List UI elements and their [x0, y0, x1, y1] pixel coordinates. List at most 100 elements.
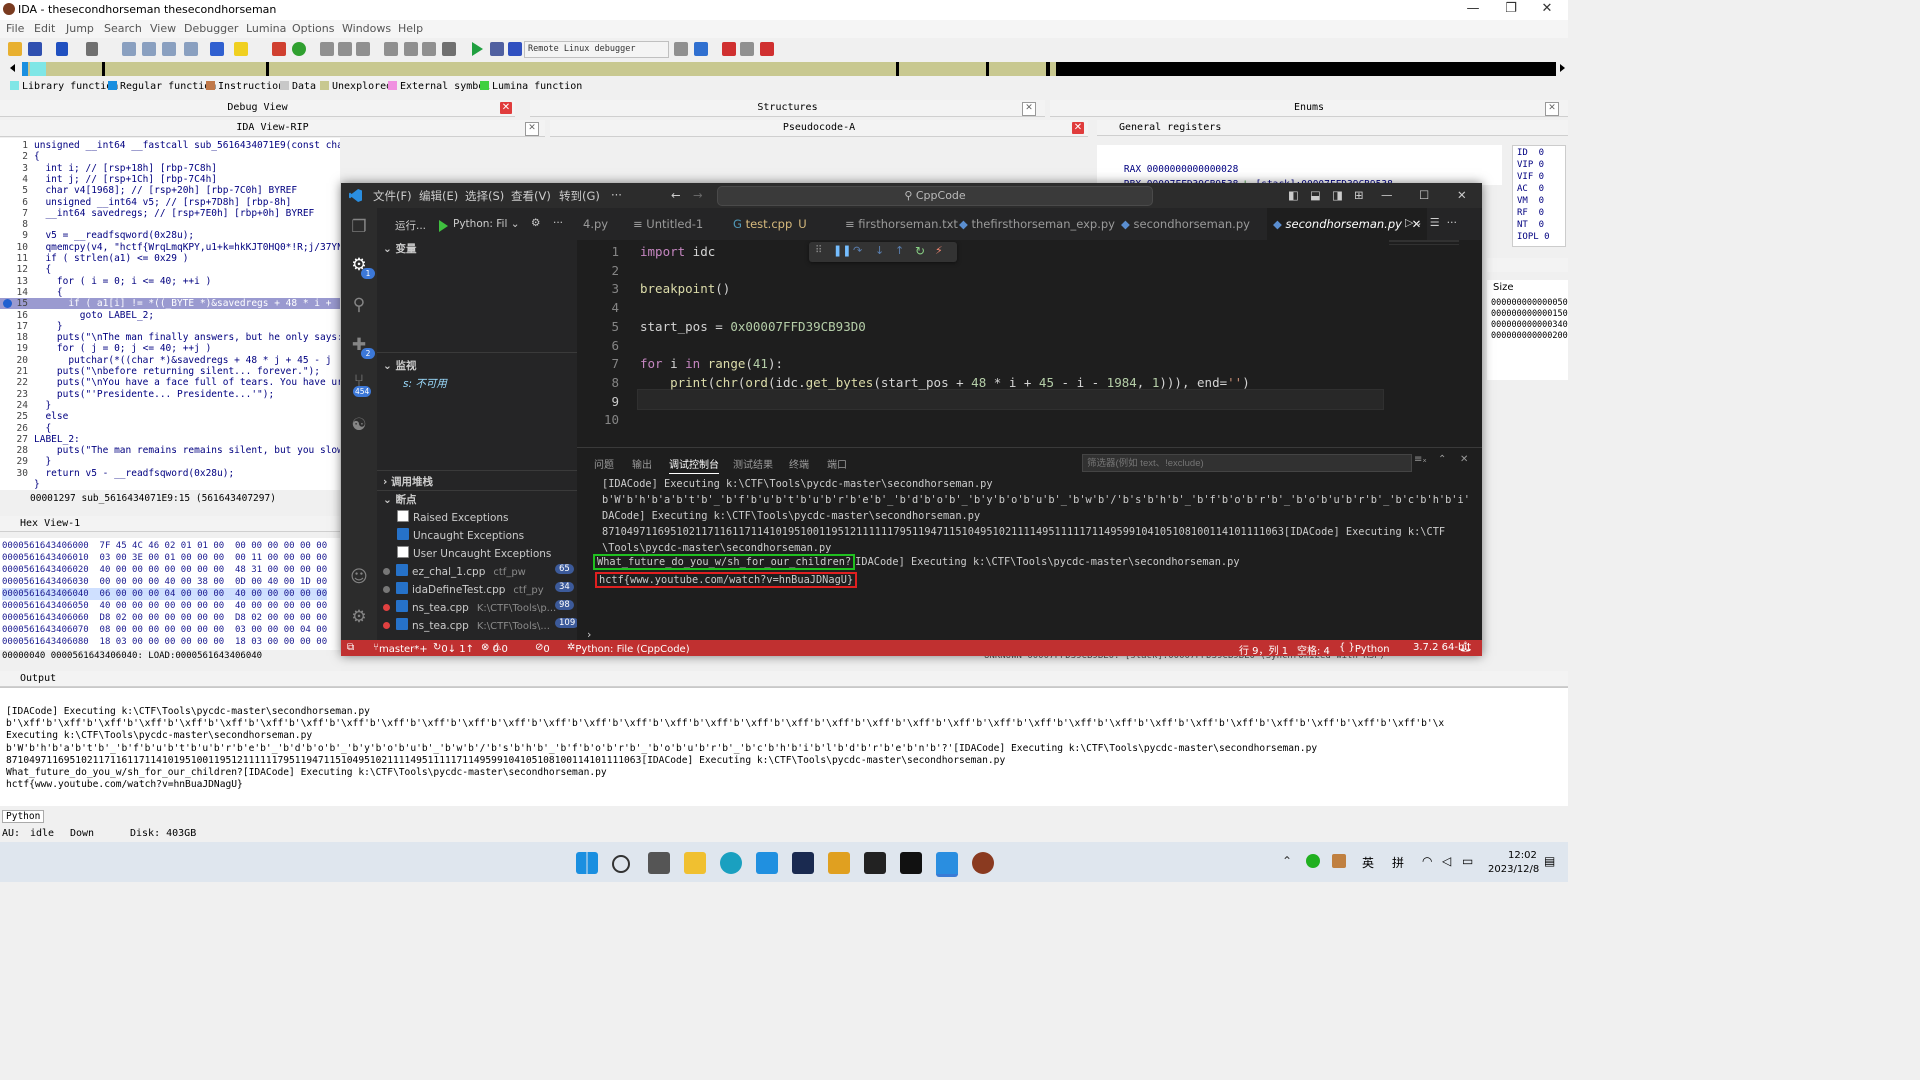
app-icon[interactable]: [792, 852, 814, 874]
structures-tab[interactable]: Structures: [530, 100, 1045, 117]
green-circle-icon[interactable]: [292, 42, 306, 56]
enums-tab[interactable]: Enums: [1050, 100, 1568, 117]
close-panel-icon[interactable]: ✕: [1460, 454, 1468, 465]
pseudocode-line[interactable]: 2{: [0, 151, 340, 162]
vs-close-button[interactable]: ✕: [1457, 188, 1467, 202]
sync-status[interactable]: ↻ 0↓ 1↑: [433, 642, 474, 655]
menu-lumina[interactable]: Lumina: [246, 22, 286, 35]
checkbox-icon[interactable]: [397, 510, 409, 522]
stack-row[interactable]: 0000000000003400: [1491, 320, 1568, 330]
vscode-taskbar-icon[interactable]: [936, 852, 958, 877]
vs-menu-view[interactable]: 查看(V): [511, 188, 551, 204]
navigation-band[interactable]: [0, 60, 1568, 78]
wifi-icon[interactable]: ◠: [1422, 854, 1432, 868]
edge-icon[interactable]: [720, 852, 742, 874]
ports-status[interactable]: ⊘ 0: [535, 642, 550, 655]
panel-tab-terminal[interactable]: 终端: [789, 456, 809, 471]
editor-tab[interactable]: ◆ thefirsthorseman_exp.py: [953, 208, 1121, 240]
tool-icon[interactable]: [422, 42, 436, 56]
editor-tab[interactable]: ◆ secondhorseman.py ✕: [1267, 208, 1428, 240]
forward-icon[interactable]: [86, 42, 98, 56]
vs-back-icon[interactable]: ←: [671, 188, 681, 202]
hex-row[interactable]: 0000561643406070 08 00 00 00 00 00 00 00…: [2, 624, 327, 636]
python-icon[interactable]: ☯: [348, 414, 370, 436]
layout-sidebar-icon[interactable]: ◧: [1288, 188, 1299, 202]
pseudocode-line[interactable]: 18 puts("\nThe man finally answers, but …: [0, 332, 340, 343]
tool-icon[interactable]: [122, 42, 136, 56]
download-icon[interactable]: [210, 42, 224, 56]
pseudocode-line[interactable]: 30 return v5 - __readfsqword(0x28u);: [0, 468, 340, 479]
pseudocode-line[interactable]: 24 }: [0, 400, 340, 411]
menu-debugger[interactable]: Debugger: [184, 22, 238, 35]
panel-tab-test-results[interactable]: 测试结果: [733, 456, 773, 471]
pseudocode-line[interactable]: 19 for ( j = 0; j <= 40; ++j ): [0, 343, 340, 354]
checkbox-checked-icon[interactable]: [396, 564, 408, 576]
code-line[interactable]: 1 import idc: [577, 243, 1482, 262]
stack-row[interactable]: 0000000000001500: [1491, 309, 1568, 319]
code-line[interactable]: 4: [577, 299, 1482, 318]
ime-mode[interactable]: 拼: [1392, 854, 1404, 871]
graph-icon[interactable]: [272, 42, 286, 56]
panel-tab-output[interactable]: 输出: [632, 456, 652, 471]
tray-app-icon[interactable]: [1332, 854, 1346, 868]
split-editor-icon[interactable]: ☰: [1430, 216, 1440, 229]
pseudocode-line[interactable]: 23 puts("'Presidente... Presidente...'")…: [0, 389, 340, 400]
layout-customize-icon[interactable]: ⊞: [1354, 188, 1364, 202]
editor-tab[interactable]: G test.cpp U: [727, 208, 813, 240]
breakpoint-option[interactable]: Raised Exceptions: [397, 510, 509, 524]
settings-gear-icon[interactable]: ⚙: [348, 606, 370, 628]
pause-icon[interactable]: [490, 42, 504, 56]
pseudocode-line[interactable]: 15 if ( a1[i] != *((_BYTE *)&savedregs +…: [0, 298, 340, 310]
pseudocode-line[interactable]: 9 v5 = __readfsqword(0x28u);: [0, 230, 340, 241]
vs-menu-edit[interactable]: 编辑(E): [419, 188, 458, 204]
hex-row[interactable]: 0000561643406060 D8 02 00 00 00 00 00 00…: [2, 612, 327, 624]
code-line[interactable]: 2: [577, 262, 1482, 281]
pseudocode-line[interactable]: 22 puts("\nYou have a face full of tears…: [0, 377, 340, 388]
watch-item[interactable]: s: 不可用: [403, 376, 447, 391]
nav-left-arrow-icon[interactable]: [10, 64, 15, 72]
tool-icon[interactable]: [674, 42, 688, 56]
volume-icon[interactable]: ◁: [1442, 854, 1451, 868]
breakpoint-file[interactable]: ns_tea.cpp K:\CTF\Tools\p... 98: [383, 600, 574, 614]
hex-row[interactable]: 0000561643406000 7F 45 4C 46 02 01 01 00…: [2, 540, 327, 552]
task-view-icon[interactable]: [648, 852, 670, 874]
close-enums-button[interactable]: ✕: [1545, 102, 1559, 116]
menu-search[interactable]: Search: [104, 22, 142, 35]
tray-chevron-icon[interactable]: ⌃: [1282, 854, 1292, 868]
close-ida-view-button[interactable]: ✕: [525, 122, 539, 136]
battery-icon[interactable]: ▭: [1462, 854, 1473, 868]
layout-secondary-icon[interactable]: ◨: [1332, 188, 1343, 202]
code-line[interactable]: 10: [577, 411, 1482, 430]
pseudocode-line[interactable]: 21 puts("\nbefore returning silent... fo…: [0, 366, 340, 377]
code-line[interactable]: 8 print(chr(ord(idc.get_bytes(start_pos …: [577, 374, 1482, 393]
pseudocode-line[interactable]: 6 unsigned __int64 v5; // [rsp+7D8h] [rb…: [0, 197, 340, 208]
pseudocode-line[interactable]: 17 }: [0, 321, 340, 332]
registers-view[interactable]: RAX 0000000000000028 RBX 00007FFD39CB953…: [1097, 145, 1502, 190]
breakpoint-file[interactable]: ns_tea.cpp K:\CTF\Tools\... 109: [383, 618, 580, 632]
run-config-select[interactable]: Python: Fil ⌄: [453, 218, 520, 230]
tool-icon[interactable]: [162, 42, 176, 56]
variables-header[interactable]: ⌄ 变量: [383, 241, 416, 256]
pseudocode-line[interactable]: 26 {: [0, 423, 340, 434]
pseudocode-line[interactable]: 28 puts("The man remains remains silent,…: [0, 445, 340, 456]
nav-right-arrow-icon[interactable]: [1560, 64, 1565, 72]
terminal-icon[interactable]: [864, 852, 886, 874]
typora-icon[interactable]: [900, 852, 922, 874]
cursor-position[interactable]: 行 9，列 1: [1239, 642, 1288, 656]
debug-view-tab[interactable]: Debug View: [0, 100, 515, 117]
vs-menu-file[interactable]: 文件(F): [373, 188, 412, 204]
pseudocode-line[interactable]: 16 goto LABEL_2;: [0, 310, 340, 321]
panel-tab-debug-console[interactable]: 调试控制台: [669, 456, 719, 474]
editor-tab[interactable]: 4.py: [577, 208, 614, 240]
save-icon[interactable]: [28, 42, 42, 56]
pseudocode-line[interactable]: 5 char v4[1968]; // [rsp+20h] [rbp-7C0h]…: [0, 185, 340, 196]
notifications-icon[interactable]: 🔔︎: [1459, 642, 1472, 653]
tool-icon[interactable]: [722, 42, 736, 56]
checkbox-checked-icon[interactable]: [396, 618, 408, 630]
notification-icon[interactable]: ▤: [1544, 854, 1555, 868]
menu-help[interactable]: Help: [398, 22, 423, 35]
branch-status[interactable]: ⑂ master*+: [373, 642, 428, 655]
text-icon[interactable]: [234, 42, 248, 56]
close-structures-button[interactable]: ✕: [1022, 102, 1036, 116]
code-line[interactable]: 6: [577, 337, 1482, 356]
